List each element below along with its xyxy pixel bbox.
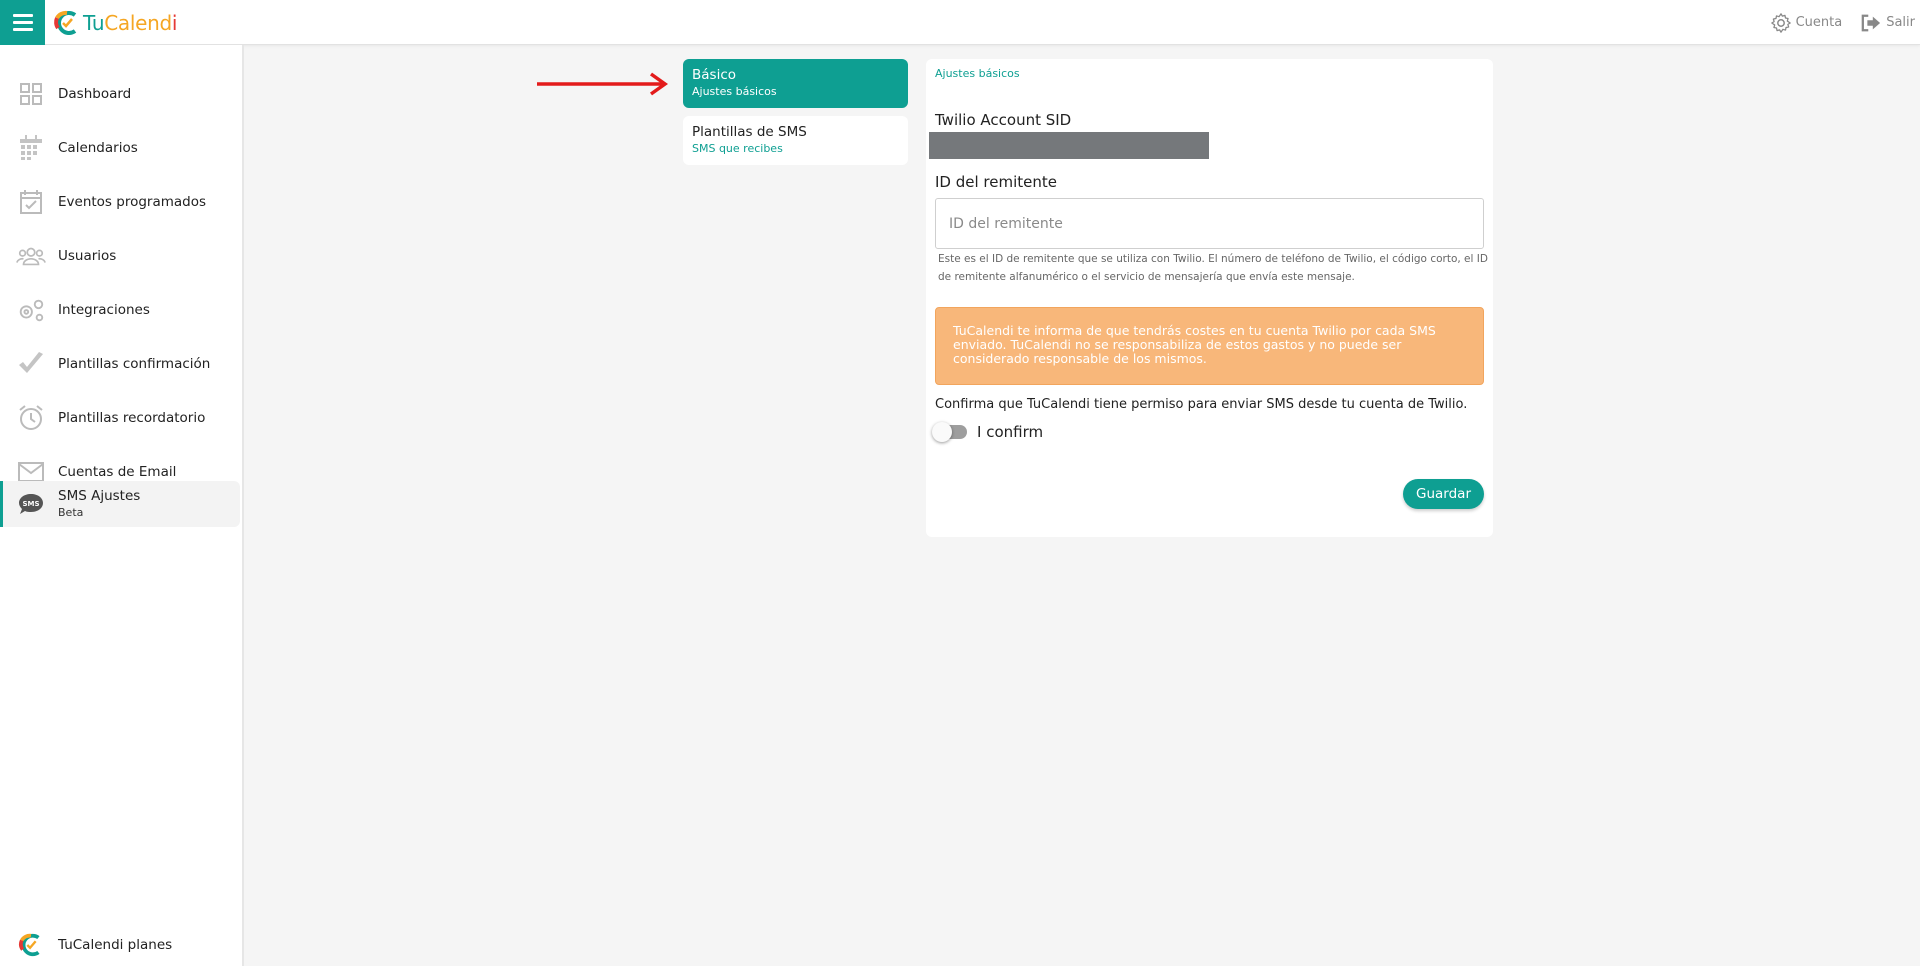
- sidebar-item-plantillas-confirmacion[interactable]: Plantillas confirmación: [0, 341, 240, 387]
- sidebar-item-label: Usuarios: [58, 248, 117, 264]
- sender-id-label: ID del remitente: [935, 173, 1057, 191]
- calendar-check-icon: [16, 187, 46, 217]
- sidebar-item-label: Integraciones: [58, 302, 150, 318]
- tab-subtitle: SMS que recibes: [692, 142, 783, 155]
- tab-title: Plantillas de SMS: [692, 124, 807, 140]
- sidebar-item-label: Dashboard: [58, 86, 132, 102]
- gear-icon: [1770, 12, 1791, 33]
- breadcrumb[interactable]: Ajustes básicos: [935, 67, 1020, 80]
- hamburger-icon: [12, 14, 33, 31]
- logout-label: Salir: [1886, 15, 1915, 30]
- sidebar: Dashboard Calendarios Eventos programado…: [0, 45, 244, 966]
- calendar-icon: [16, 133, 46, 163]
- sidebar-item-label: Cuentas de Email: [58, 464, 177, 480]
- app-logo[interactable]: TuCalendi: [53, 8, 178, 38]
- sidebar-item-label: TuCalendi planes: [58, 937, 173, 953]
- sidebar-item-label: SMS Ajustes: [58, 488, 141, 504]
- red-arrow-icon: [537, 72, 669, 96]
- sidebar-item-dashboard[interactable]: Dashboard: [0, 71, 240, 117]
- beta-badge: Beta: [58, 506, 84, 519]
- users-icon: [16, 241, 46, 271]
- confirm-toggle[interactable]: [932, 422, 967, 442]
- settings-card: Ajustes básicos Twilio Account SID ID de…: [926, 59, 1493, 537]
- sender-id-help-text: Este es el ID de remitente que se utiliz…: [938, 253, 1488, 283]
- sender-id-input[interactable]: [935, 198, 1484, 249]
- sidebar-item-calendarios[interactable]: Calendarios: [0, 125, 240, 171]
- logout-icon: [1861, 14, 1881, 31]
- dashboard-icon: [16, 79, 46, 109]
- tucalendi-logo-icon: [16, 930, 46, 960]
- sidebar-item-label: Eventos programados: [58, 194, 207, 210]
- tab-title: Básico: [692, 67, 737, 83]
- twilio-sid-label: Twilio Account SID: [935, 111, 1072, 129]
- app-name: TuCalendi: [83, 11, 178, 35]
- sidebar-item-eventos[interactable]: Eventos programados: [0, 179, 240, 225]
- sidebar-item-label: Plantillas confirmación: [58, 356, 211, 372]
- confirm-toggle-label: I confirm: [977, 423, 1044, 441]
- cost-warning-alert: TuCalendi te informa de que tendrás cost…: [935, 307, 1484, 385]
- sidebar-item-usuarios[interactable]: Usuarios: [0, 233, 240, 279]
- svg-text:SMS: SMS: [22, 500, 39, 508]
- save-button[interactable]: Guardar: [1403, 479, 1484, 509]
- gears-icon: [16, 295, 46, 325]
- account-label: Cuenta: [1795, 15, 1843, 30]
- sidebar-item-sms-ajustes[interactable]: SMS SMS Ajustes Beta: [0, 481, 240, 527]
- tab-subtitle: Ajustes básicos: [692, 85, 777, 98]
- twilio-sid-redacted-value: [929, 132, 1209, 159]
- menu-toggle-button[interactable]: [0, 0, 45, 45]
- top-bar: TuCalendi Cuenta Salir: [0, 0, 1920, 45]
- sms-bubble-icon: SMS: [16, 489, 46, 519]
- toggle-knob: [932, 422, 952, 442]
- tab-basico[interactable]: Básico Ajustes básicos: [683, 59, 908, 108]
- permission-confirm-text: Confirma que TuCalendi tiene permiso par…: [935, 397, 1468, 412]
- sidebar-item-label: Plantillas recordatorio: [58, 410, 206, 426]
- tucalendi-logo-icon: [54, 10, 77, 35]
- alarm-clock-icon: [16, 403, 46, 433]
- check-icon: [16, 349, 46, 379]
- sidebar-item-integraciones[interactable]: Integraciones: [0, 287, 240, 333]
- tab-plantillas-sms[interactable]: Plantillas de SMS SMS que recibes: [683, 116, 908, 165]
- account-link[interactable]: Cuenta: [1770, 12, 1843, 34]
- sidebar-item-label: Calendarios: [58, 140, 138, 156]
- logout-link[interactable]: Salir: [1860, 13, 1915, 33]
- sidebar-item-planes[interactable]: TuCalendi planes: [0, 924, 240, 966]
- sidebar-item-plantillas-recordatorio[interactable]: Plantillas recordatorio: [0, 395, 240, 441]
